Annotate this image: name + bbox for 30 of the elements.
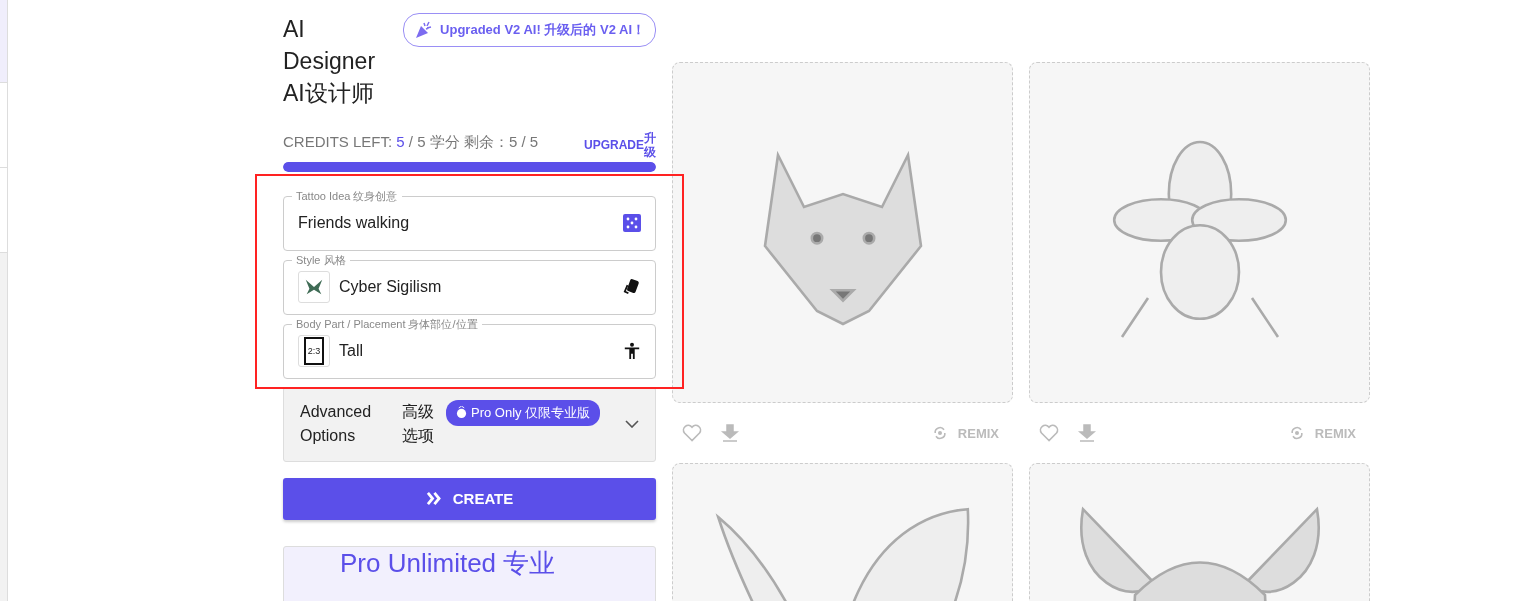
aspect-ratio-thumbnail: 2:3 [298,335,330,368]
heart-icon[interactable] [682,423,702,443]
download-icon[interactable] [1077,423,1097,443]
field-label: Tattoo Idea 纹身创意 [292,188,402,203]
dice-icon[interactable] [623,214,641,233]
field-value: Tall [339,342,364,361]
double-chevron-icon [425,492,441,506]
heart-icon[interactable] [1039,423,1059,443]
tattoo-image-card[interactable] [672,62,1013,403]
download-icon[interactable] [720,423,740,443]
remix-icon [931,425,948,441]
advanced-options-panel[interactable]: Advanced Options 高级选项 Pro Only 仅限专业版 [283,386,656,462]
style-thumbnail-icon [298,271,330,304]
cards-icon[interactable] [623,278,641,297]
create-button[interactable]: CREATE [283,477,656,520]
advanced-options-label: Advanced Options [300,402,373,447]
advanced-options-label-cn: 高级选项 [401,402,435,447]
field-value: Friends walking [298,214,411,233]
pro-only-badge: Pro Only 仅限专业版 [446,399,601,426]
tattoo-image-card[interactable] [1029,62,1370,403]
remix-icon [1288,425,1305,441]
chevron-icon[interactable] [625,420,639,429]
field-value: Cyber Sigilism [339,278,443,297]
page-title: AI Designer AI设计师 [283,15,377,108]
promo-heading: Pro Unlimited 专业 [340,547,556,578]
field-label: Style 风格 [292,252,350,267]
field-label: Body Part / Placement 身体部位/位置 [292,316,482,331]
announcement-badge[interactable]: Upgraded V2 AI! 升级后的 V2 AI！ [403,13,656,47]
credits-left-text: CREDITS LEFT: 5 / 5 学分 剩余：5 / 5 [283,132,540,152]
person-icon[interactable] [623,342,641,361]
